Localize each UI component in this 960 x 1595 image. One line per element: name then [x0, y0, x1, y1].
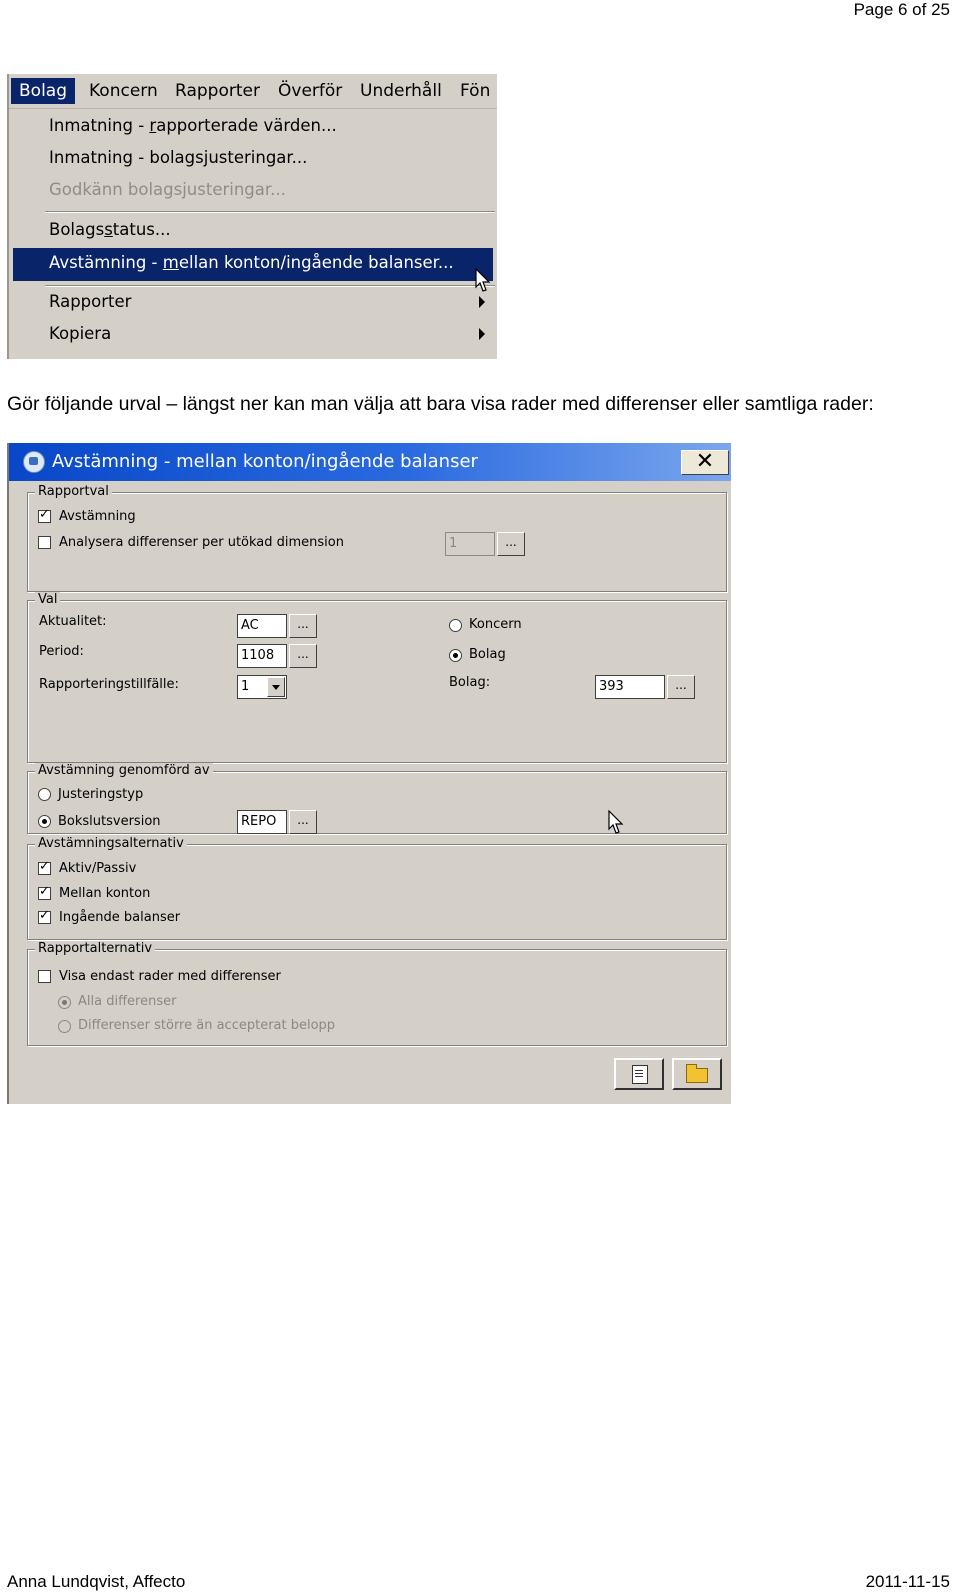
menu-item-inmatning-rapporterade[interactable]: Inmatning - rapporterade värden...: [49, 111, 337, 141]
submenu-arrow-icon: [479, 328, 485, 340]
koncern-radio[interactable]: [449, 619, 462, 632]
page-number: Page 6 of 25: [853, 0, 950, 19]
chevron-down-icon[interactable]: [267, 677, 285, 697]
menu-item-bolagsstatus[interactable]: Bolagsstatus...: [49, 215, 171, 245]
dialog-screenshot: Avstämning - mellan konton/ingående bala…: [7, 443, 731, 1104]
ingaende-balanser-label: Ingående balanser: [59, 910, 181, 925]
report-icon: [632, 1065, 648, 1084]
open-button[interactable]: [672, 1058, 722, 1090]
menu-koncern[interactable]: Koncern: [81, 78, 166, 104]
bokslutsversion-label: Bokslutsversion: [58, 814, 161, 829]
instruction-text: Gör följande urval – längst ner kan man …: [7, 393, 874, 415]
bokslutsversion-radio[interactable]: [38, 815, 51, 828]
menu-overfor[interactable]: Överför: [270, 78, 350, 104]
mouse-cursor-icon: [608, 810, 624, 834]
menu-item-kopiera[interactable]: Kopiera: [49, 319, 111, 349]
justeringstyp-radio[interactable]: [38, 788, 51, 801]
menu-item-godkann: Godkänn bolagsjusteringar...: [49, 180, 286, 199]
menu-item-rapporter[interactable]: Rapporter: [49, 287, 131, 317]
menu-bolag[interactable]: Bolag: [11, 78, 75, 104]
aktualitet-label: Aktualitet:: [39, 614, 107, 629]
folder-open-icon: [686, 1064, 708, 1083]
storre-an-label: Differenser större än accepterat belopp: [78, 1018, 336, 1033]
group-label: Avstämningsalternativ: [35, 836, 187, 851]
group-val: Val Aktualitet: AC ... Period: 1108 ... …: [27, 592, 727, 763]
footer-date: 2011-11-15: [865, 1572, 950, 1591]
alla-differenser-radio: [58, 996, 71, 1009]
group-label: Rapportval: [35, 484, 112, 499]
menu-screenshot: Bolag Koncern Rapporter Överför Underhål…: [7, 74, 497, 359]
dialog-title: Avstämning - mellan konton/ingående bala…: [52, 451, 478, 472]
visa-endast-label: Visa endast rader med differenser: [59, 969, 281, 984]
mellan-konton-label: Mellan konton: [59, 886, 151, 901]
group-label: Val: [35, 592, 61, 607]
period-label: Period:: [39, 644, 84, 659]
bokslutsversion-field[interactable]: REPO: [237, 810, 287, 834]
bolag-radio[interactable]: [449, 649, 462, 662]
bolag-radio-label: Bolag: [469, 647, 506, 662]
mellan-konton-checkbox[interactable]: [38, 884, 51, 900]
koncern-label: Koncern: [469, 617, 522, 632]
visa-endast-checkbox[interactable]: [38, 970, 51, 983]
bolag-label: Bolag:: [449, 675, 491, 690]
group-label: Rapportalternativ: [35, 941, 156, 956]
group-rapportalternativ: Rapportalternativ Visa endast rader med …: [27, 941, 727, 1046]
close-button[interactable]: ✕: [681, 450, 729, 475]
dimension-field: 1: [445, 532, 495, 556]
footer-author: Anna Lundqvist, Affecto: [7, 1572, 186, 1591]
group-genomford: Avstämning genomförd av Justeringstyp Bo…: [27, 763, 727, 834]
menu-underhall[interactable]: Underhåll: [352, 78, 450, 104]
menubar: Bolag Koncern Rapporter Överför Underhål…: [9, 74, 497, 109]
app-icon: [23, 451, 45, 473]
avstamning-checkbox[interactable]: [38, 507, 51, 523]
rapporteringstillfalle-label: Rapporteringstillfälle:: [39, 677, 179, 692]
run-report-button[interactable]: [614, 1058, 664, 1090]
bolag-browse-button[interactable]: ...: [667, 675, 695, 699]
period-field[interactable]: 1108: [237, 644, 287, 668]
ingaende-balanser-checkbox[interactable]: [38, 908, 51, 924]
aktualitet-browse-button[interactable]: ...: [289, 614, 317, 638]
menu-item-avstamning[interactable]: Avstämning - mellan konton/ingående bala…: [49, 248, 454, 278]
alla-differenser-label: Alla differenser: [78, 994, 177, 1009]
bokslutsversion-browse-button[interactable]: ...: [289, 810, 317, 834]
submenu-arrow-icon: [479, 296, 485, 308]
analysera-label: Analysera differenser per utökad dimensi…: [59, 535, 344, 550]
justeringstyp-label: Justeringstyp: [58, 787, 144, 802]
aktiv-passiv-label: Aktiv/Passiv: [59, 861, 137, 876]
period-browse-button[interactable]: ...: [289, 644, 317, 668]
menu-rapporter[interactable]: Rapporter: [167, 78, 268, 104]
menu-fonster[interactable]: Fön: [452, 78, 497, 104]
dialog-titlebar: Avstämning - mellan konton/ingående bala…: [9, 443, 731, 481]
analysera-checkbox[interactable]: [38, 536, 51, 549]
group-label: Avstämning genomförd av: [35, 763, 213, 778]
dimension-browse-button[interactable]: ...: [497, 532, 525, 556]
aktualitet-field[interactable]: AC: [237, 614, 287, 638]
storre-an-radio: [58, 1020, 71, 1033]
group-alternativ: Avstämningsalternativ Aktiv/Passiv Mella…: [27, 836, 727, 940]
bolag-field[interactable]: 393: [595, 675, 665, 699]
menu-separator: [45, 211, 495, 213]
menu-item-inmatning-bolagsjusteringar[interactable]: Inmatning - bolagsjusteringar...: [49, 143, 307, 173]
mouse-cursor-icon: [475, 268, 491, 292]
group-rapportval: Rapportval Avstämning Analysera differen…: [27, 484, 727, 592]
aktiv-passiv-checkbox[interactable]: [38, 859, 51, 875]
avstamning-label: Avstämning: [59, 509, 136, 524]
